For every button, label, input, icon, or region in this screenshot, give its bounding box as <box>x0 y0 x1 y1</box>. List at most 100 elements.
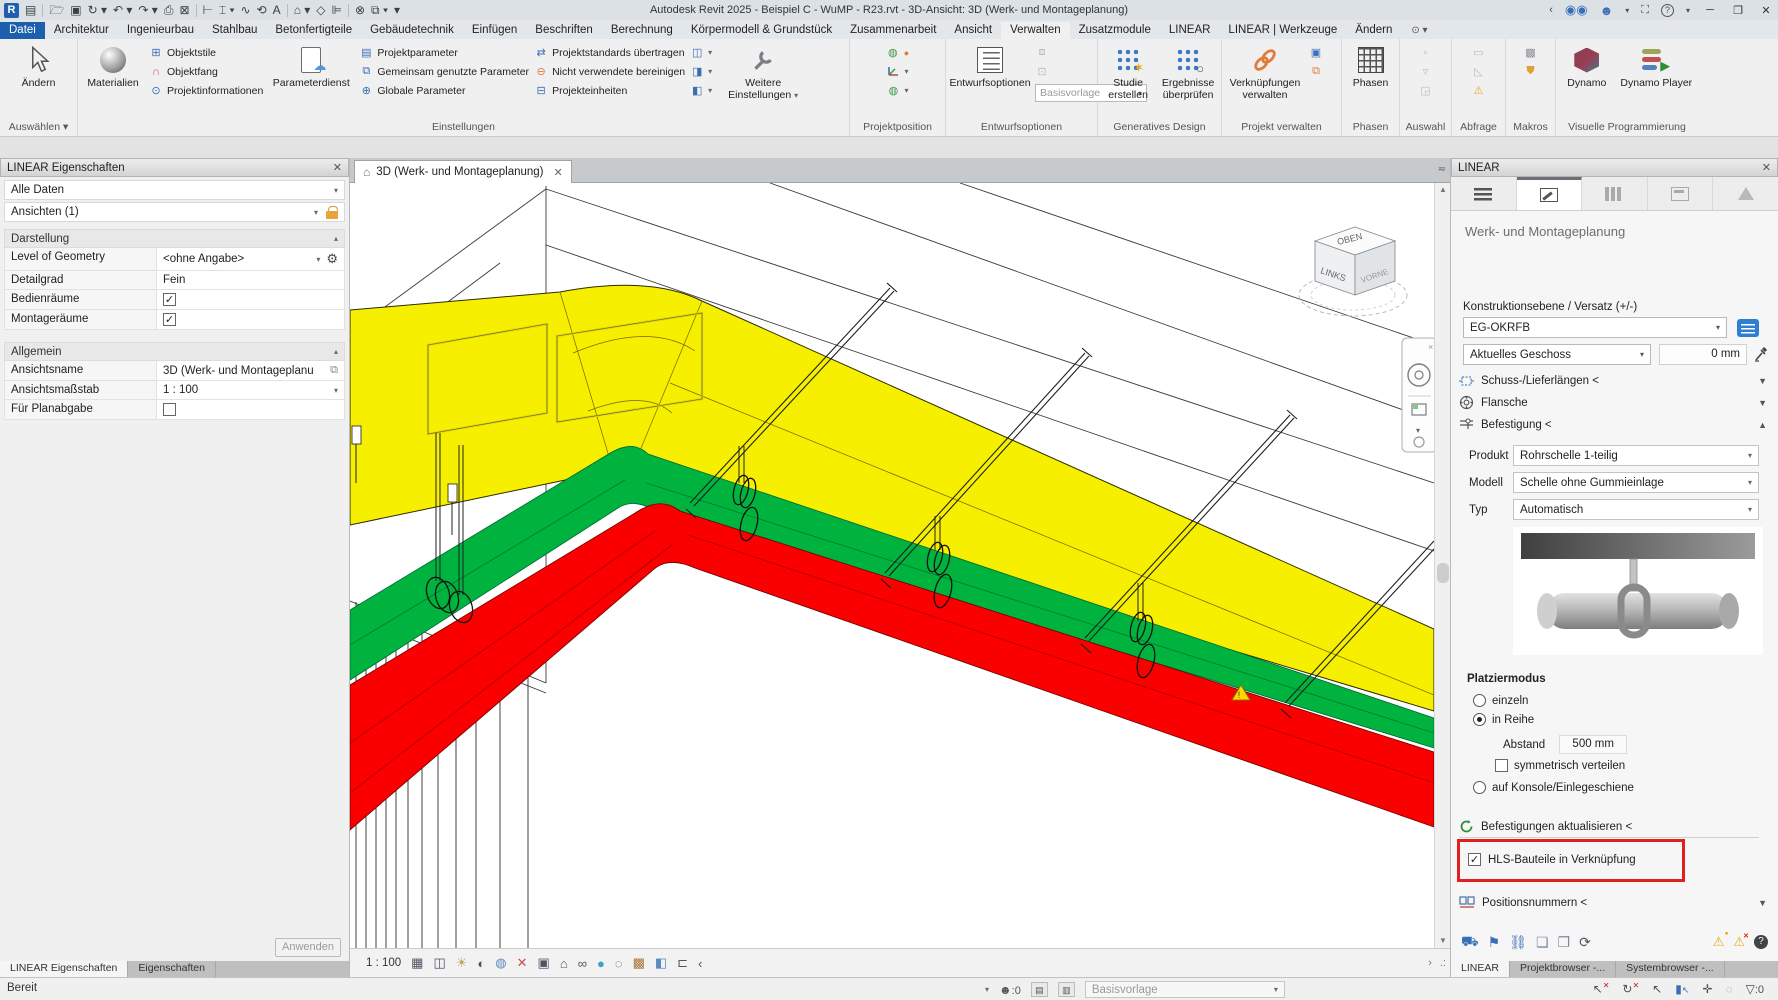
manage-images-button[interactable]: ▣ <box>1309 44 1323 61</box>
dropdown-icon[interactable]: ▾ <box>1625 6 1629 15</box>
phases-button[interactable]: Phasen <box>1347 42 1395 90</box>
section-flansche[interactable]: Flansche ▼ <box>1459 393 1771 412</box>
all-data-combobox[interactable]: Alle Daten▾ <box>4 180 345 200</box>
section-icon[interactable]: ◇ <box>316 4 325 16</box>
delete-element-icon[interactable]: ❐ <box>1558 934 1571 951</box>
tab-aendern[interactable]: Ändern <box>1346 22 1401 39</box>
section-allgemein[interactable]: Allgemein▴ <box>4 342 345 361</box>
view-name-value[interactable]: 3D (Werk- und Montageplanu ⧉ <box>157 361 344 380</box>
render-icon[interactable]: ◍ <box>495 955 506 971</box>
help-icon[interactable]: ? <box>1754 935 1768 949</box>
selection-count-icon[interactable]: ◌ <box>1725 982 1732 996</box>
section-darstellung[interactable]: Darstellung▴ <box>4 229 345 248</box>
update-fastenings-row[interactable]: Befestigungen aktualisieren < <box>1459 817 1771 836</box>
chevron-up-icon[interactable]: ▲ <box>1758 420 1767 430</box>
coordinates-button[interactable]: ▾ <box>886 63 908 80</box>
select-pinned-icon[interactable]: ▮↖ <box>1675 982 1689 996</box>
customize-qat-icon[interactable]: ▾ <box>394 4 400 16</box>
modell-combobox[interactable]: Schelle ohne Gummieinlage▾ <box>1513 472 1759 493</box>
editing-requests-icon[interactable]: ☻:0 <box>999 983 1021 997</box>
sync-icon[interactable]: ↻ ▾ <box>88 4 107 16</box>
expand-right-icon[interactable]: › <box>1428 957 1432 969</box>
tab-datei[interactable]: Datei <box>0 22 45 39</box>
panel-schedule-settings-button[interactable]: ◧▾ <box>690 82 712 99</box>
tab-edit[interactable] <box>1517 177 1583 210</box>
chevron-down-icon[interactable]: ▼ <box>1758 398 1767 408</box>
shadows-icon[interactable]: ◐ <box>477 956 485 971</box>
tab-ingenieurbau[interactable]: Ingenieurbau <box>118 22 203 39</box>
modify-button[interactable]: Ändern <box>9 42 69 90</box>
scrollbar-thumb[interactable] <box>1437 563 1449 583</box>
detail-level-value[interactable]: Fein <box>157 271 344 289</box>
section-befestigung[interactable]: Befestigung < ▲ <box>1459 415 1771 434</box>
explore-outcomes-button[interactable]: ○ Ergebnisse überprüfen <box>1159 42 1217 101</box>
purge-unused-button[interactable]: ⊖Nicht verwendete bereinigen <box>534 63 685 80</box>
offset-input[interactable]: 0 mm <box>1659 344 1747 365</box>
switch-windows-icon[interactable]: ⧉ ▾ <box>371 4 388 16</box>
temporary-hide-isolate-icon[interactable]: ∞ <box>578 956 587 971</box>
collapse-search-icon[interactable]: ‹ <box>1549 4 1553 16</box>
tab-eigenschaften[interactable]: Eigenschaften <box>128 961 216 977</box>
tab-linear[interactable]: LINEAR <box>1160 22 1220 39</box>
close-icon[interactable]: ✕ <box>333 161 342 174</box>
tab-projektbrowser[interactable]: Projektbrowser -... <box>1510 961 1616 977</box>
transfer-standards-button[interactable]: ⇄Projektstandards übertragen <box>534 44 685 61</box>
tab-linear-panel[interactable]: LINEAR <box>1451 961 1510 977</box>
check-symmetrisch[interactable]: symmetrisch verteilen <box>1495 759 1625 772</box>
edit-selection-button[interactable]: ◲ <box>1419 82 1433 99</box>
tab-calculation[interactable] <box>1648 177 1714 210</box>
app-store-cart-icon[interactable]: ⛶ <box>1641 4 1649 17</box>
location-button[interactable]: ◍● <box>886 44 909 61</box>
warnings-button[interactable]: ⚠ <box>1472 82 1486 99</box>
temporary-view-properties-icon[interactable]: ▩ <box>633 955 645 971</box>
linear-panel-header[interactable]: LINEAR ✕ <box>1451 158 1778 177</box>
place-single-icon[interactable]: ⛟ <box>1461 933 1479 952</box>
project-parameters-button[interactable]: ▤Projektparameter <box>359 44 529 61</box>
restore-button[interactable]: ❐ <box>1730 4 1746 17</box>
worksets-icon[interactable]: ▤ <box>1031 982 1048 997</box>
spline-icon[interactable]: ∿ <box>241 4 251 16</box>
edit-family-exclude-icon[interactable]: ↻✕ <box>1622 981 1639 996</box>
place-row-icon[interactable]: ⛓ <box>1509 934 1527 951</box>
measure-icon[interactable]: ⊢ <box>203 4 213 16</box>
structural-settings-button[interactable]: ◫▾ <box>690 44 712 61</box>
select-by-id-button[interactable]: ◺ <box>1472 63 1486 80</box>
displacement-icon[interactable]: ◧ <box>655 955 667 971</box>
constraints-icon[interactable]: ⊏ <box>677 955 688 971</box>
navigation-bar[interactable]: × ▾ <box>1402 338 1434 452</box>
tab-koerpermodell[interactable]: Körpermodell & Grundstück <box>682 22 841 39</box>
tab-gebaeudetechnik[interactable]: Gebäudetechnik <box>361 22 463 39</box>
tab-einfuegen[interactable]: Einfügen <box>463 22 526 39</box>
close-view-icon[interactable]: ✕ <box>554 166 563 179</box>
tab-zusammenarbeit[interactable]: Zusammenarbeit <box>841 22 945 39</box>
sun-path-icon[interactable]: ☀ <box>456 955 468 971</box>
load-selection-button[interactable]: ▿ <box>1419 63 1433 80</box>
tab-architektur[interactable]: Architektur <box>45 22 118 39</box>
linear-properties-header[interactable]: LINEAR Eigenschaften ✕ <box>0 158 349 177</box>
group-label-auswaehlen[interactable]: Auswählen ▾ <box>0 121 77 136</box>
tab-library[interactable] <box>1582 177 1648 210</box>
help-icon[interactable]: ? <box>1661 4 1674 17</box>
tab-linear-eigenschaften[interactable]: LINEAR Eigenschaften <box>0 961 128 977</box>
warning-error-icon[interactable]: ⚠ <box>1733 934 1745 950</box>
positionsnummern-row[interactable]: Positionsnummern < ▼ <box>1459 893 1771 912</box>
chevron-down-icon[interactable]: ▾ <box>985 985 989 994</box>
produkt-combobox[interactable]: Rohrschelle 1-teilig▾ <box>1513 445 1759 466</box>
check-hls-bauteile[interactable]: ✓ HLS-Bauteile in Verknüpfung <box>1468 853 1636 866</box>
ids-button[interactable]: ▭ <box>1472 44 1486 61</box>
tab-betonfertigteile[interactable]: Betonfertigteile <box>266 22 361 39</box>
view-list-icon[interactable]: ≂ <box>1438 164 1446 175</box>
lock-icon[interactable] <box>326 206 338 219</box>
minimize-button[interactable]: ─ <box>1702 4 1718 16</box>
associate-icon[interactable]: ⧉ <box>330 364 338 377</box>
vertical-scrollbar[interactable]: ▲ ▼ <box>1434 183 1450 948</box>
duplicate-icon[interactable]: ❏ <box>1536 934 1549 951</box>
section-schuss-lieferlaengen[interactable]: Schuss-/Lieferlängen < ▼ <box>1459 371 1771 390</box>
scroll-down-icon[interactable]: ▼ <box>1435 934 1451 948</box>
tab-verwalten[interactable]: Verwalten <box>1001 22 1070 39</box>
help-dropdown-icon[interactable]: ▾ <box>1686 6 1690 15</box>
project-information-button[interactable]: ⊙Projektinformationen <box>149 82 263 99</box>
search-icon[interactable]: ◉◉ <box>1565 2 1588 18</box>
radio-einzeln[interactable]: einzeln <box>1473 694 1528 707</box>
global-parameters-button[interactable]: ⊕Globale Parameter <box>359 82 529 99</box>
